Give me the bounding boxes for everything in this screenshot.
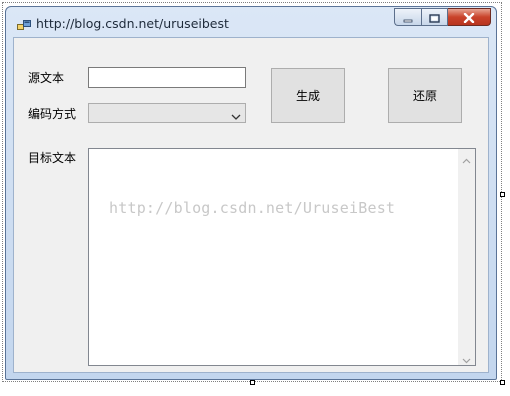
designer-canvas: http://blog.csdn.net/uruseibest 源文本 编码方式… (0, 0, 510, 396)
form-window: http://blog.csdn.net/uruseibest 源文本 编码方式… (5, 6, 497, 380)
encoding-label: 编码方式 (28, 107, 77, 121)
window-title: http://blog.csdn.net/uruseibest (36, 16, 229, 31)
caption-buttons (394, 8, 491, 26)
resize-handle-corner[interactable] (500, 380, 505, 385)
watermark-text: http://blog.csdn.net/UruseiBest (109, 199, 396, 217)
maximize-button[interactable] (421, 8, 448, 26)
chevron-down-icon (231, 107, 241, 120)
close-button[interactable] (448, 8, 491, 26)
source-text-label: 源文本 (28, 71, 65, 85)
scroll-up-icon[interactable] (461, 152, 472, 164)
restore-button[interactable]: 还原 (388, 68, 462, 123)
source-text-input[interactable] (88, 67, 246, 88)
resize-handle-right[interactable] (500, 192, 505, 197)
title-bar[interactable]: http://blog.csdn.net/uruseibest (6, 7, 496, 37)
target-text-label: 目标文本 (28, 151, 77, 165)
minimize-button[interactable] (394, 8, 421, 26)
generate-button[interactable]: 生成 (271, 68, 345, 123)
target-text-area[interactable] (88, 148, 476, 366)
minimize-icon (403, 8, 413, 27)
resize-handle-bottom[interactable] (250, 380, 255, 385)
vertical-scrollbar[interactable] (458, 149, 475, 365)
scroll-down-icon[interactable] (461, 351, 472, 364)
close-icon (463, 8, 475, 27)
encoding-combobox[interactable] (88, 103, 246, 123)
maximize-icon (429, 8, 440, 27)
winforms-app-icon (17, 17, 31, 30)
